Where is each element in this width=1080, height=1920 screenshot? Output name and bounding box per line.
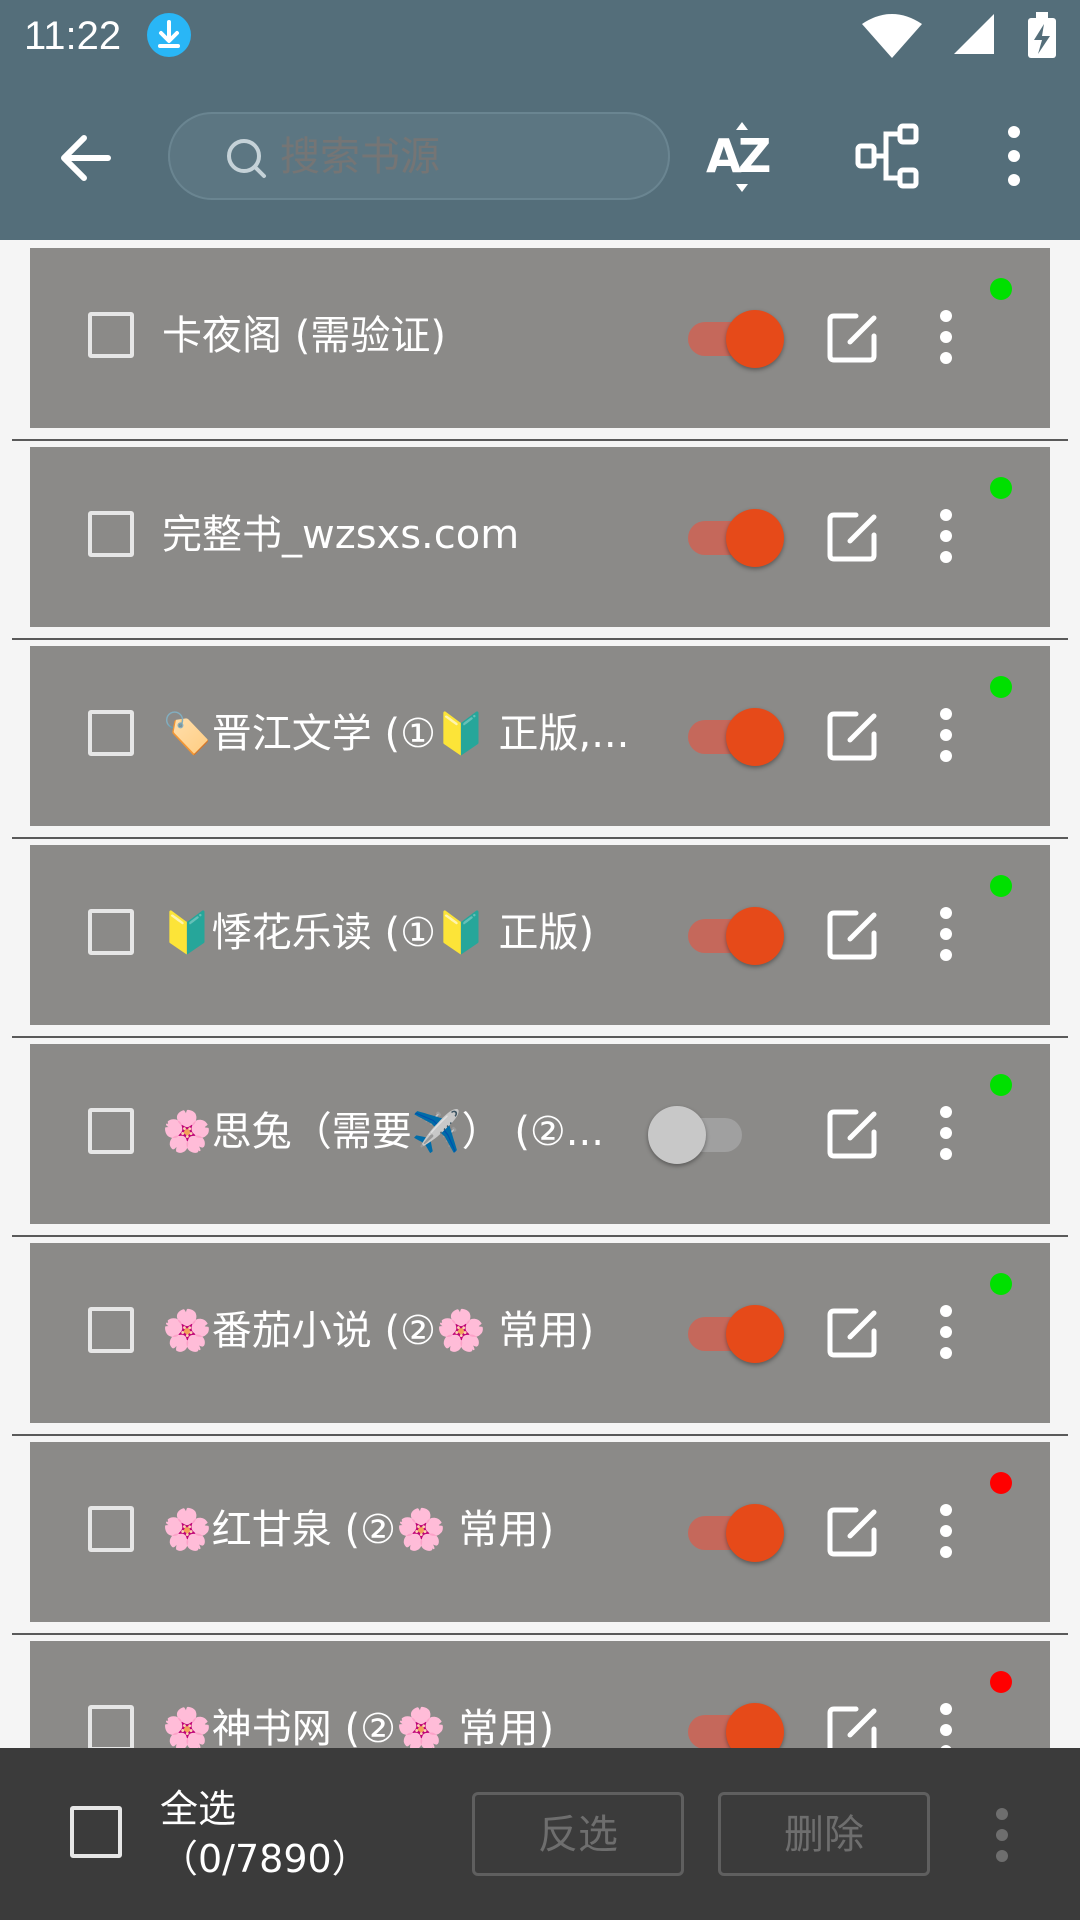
enable-switch[interactable] bbox=[678, 1299, 788, 1363]
source-row: 卡夜阁 (需验证) bbox=[12, 240, 1068, 441]
group-tree-icon[interactable] bbox=[852, 118, 928, 194]
source-row: 🌸神书网 (②🌸 常用) bbox=[12, 1633, 1068, 1748]
source-row: 🌸红甘泉 (②🌸 常用) bbox=[12, 1434, 1068, 1635]
source-row: 🌸番茄小说 (②🌸 常用) bbox=[12, 1235, 1068, 1436]
select-count: （0/7890） bbox=[160, 1837, 370, 1881]
source-name: 🌸番茄小说 (②🌸 常用) bbox=[162, 1308, 595, 1354]
status-dot bbox=[990, 1671, 1012, 1693]
status-time: 11:22 bbox=[24, 14, 122, 58]
source-card[interactable]: 🌸红甘泉 (②🌸 常用) bbox=[30, 1442, 1050, 1622]
cell-signal-icon bbox=[954, 14, 994, 54]
more-vert-icon[interactable] bbox=[936, 905, 956, 963]
select-all-text: 全选 bbox=[160, 1787, 237, 1831]
more-vert-icon[interactable] bbox=[936, 308, 956, 366]
switch-thumb bbox=[726, 310, 784, 368]
system-icons bbox=[862, 12, 1056, 58]
source-card[interactable]: 🌸神书网 (②🌸 常用) bbox=[30, 1641, 1050, 1748]
switch-thumb bbox=[648, 1106, 706, 1164]
search-box[interactable] bbox=[168, 112, 670, 202]
select-checkbox[interactable] bbox=[88, 511, 134, 557]
sort-az-icon[interactable]: A Z bbox=[704, 118, 780, 194]
switch-thumb bbox=[726, 509, 784, 567]
more-vert-icon[interactable] bbox=[936, 507, 956, 565]
select-checkbox[interactable] bbox=[88, 710, 134, 756]
more-vert-icon[interactable] bbox=[936, 1104, 956, 1162]
select-checkbox[interactable] bbox=[88, 312, 134, 358]
source-name: 🔰悸花乐读 (①🔰 正版) bbox=[162, 910, 595, 956]
select-checkbox[interactable] bbox=[88, 1108, 134, 1154]
arrow-back-icon[interactable] bbox=[54, 126, 118, 190]
source-row: 🔰悸花乐读 (①🔰 正版) bbox=[12, 837, 1068, 1038]
status-dot bbox=[990, 1472, 1012, 1494]
delete-button[interactable]: 删除 bbox=[718, 1792, 930, 1876]
source-card[interactable]: 完整书_wzsxs.com bbox=[30, 447, 1050, 627]
enable-switch[interactable] bbox=[678, 901, 788, 965]
edit-icon[interactable] bbox=[826, 1305, 880, 1359]
switch-thumb bbox=[726, 1305, 784, 1363]
enable-switch[interactable] bbox=[678, 1697, 788, 1748]
select-checkbox[interactable] bbox=[88, 1705, 134, 1748]
search-icon bbox=[227, 139, 266, 178]
source-card[interactable]: 🔰悸花乐读 (①🔰 正版) bbox=[30, 845, 1050, 1025]
source-name: 卡夜阁 (需验证) bbox=[162, 313, 446, 359]
source-row: 🏷️晋江文学 (①🔰 正版,... bbox=[12, 638, 1068, 839]
bottom-action-bar: 全选 （0/7890） 反选 删除 bbox=[0, 1748, 1080, 1920]
edit-icon[interactable] bbox=[826, 310, 880, 364]
switch-thumb bbox=[726, 1703, 784, 1748]
search-input[interactable] bbox=[278, 112, 642, 202]
select-checkbox[interactable] bbox=[88, 1307, 134, 1353]
enable-switch[interactable] bbox=[678, 702, 788, 766]
edit-icon[interactable] bbox=[826, 509, 880, 563]
status-dot bbox=[990, 278, 1012, 300]
source-list[interactable]: 卡夜阁 (需验证) 完整书_wzsxs.com 🏷️晋江文学 (①🔰 正版,..… bbox=[0, 240, 1080, 1748]
status-dot bbox=[990, 477, 1012, 499]
source-row: 🌸思兔（需要✈️） (②... bbox=[12, 1036, 1068, 1237]
download-notification-icon bbox=[147, 13, 191, 57]
more-vert-icon[interactable] bbox=[936, 1502, 956, 1560]
status-dot bbox=[990, 676, 1012, 698]
edit-icon[interactable] bbox=[826, 1703, 880, 1748]
svg-text:A: A bbox=[706, 129, 742, 183]
select-checkbox[interactable] bbox=[88, 909, 134, 955]
enable-switch[interactable] bbox=[678, 503, 788, 567]
source-name: 🌸思兔（需要✈️） (②... bbox=[162, 1109, 604, 1155]
more-vert-icon[interactable] bbox=[996, 118, 1032, 194]
source-name: 完整书_wzsxs.com bbox=[162, 512, 520, 558]
source-card[interactable]: 🏷️晋江文学 (①🔰 正版,... bbox=[30, 646, 1050, 826]
status-bar: 11:22 bbox=[0, 0, 1080, 76]
edit-icon[interactable] bbox=[826, 1106, 880, 1160]
source-name: 🌸红甘泉 (②🌸 常用) bbox=[162, 1507, 555, 1553]
more-vert-icon[interactable] bbox=[992, 1806, 1012, 1864]
status-dot bbox=[990, 1273, 1012, 1295]
switch-thumb bbox=[726, 708, 784, 766]
switch-thumb bbox=[726, 1504, 784, 1562]
select-all-checkbox[interactable] bbox=[70, 1806, 122, 1858]
toolbar: A Z bbox=[0, 76, 1080, 240]
source-card[interactable]: 🌸思兔（需要✈️） (②... bbox=[30, 1044, 1050, 1224]
select-all-label[interactable]: 全选 （0/7890） bbox=[160, 1784, 400, 1884]
battery-charging-icon bbox=[1028, 12, 1056, 58]
edit-icon[interactable] bbox=[826, 1504, 880, 1558]
status-dot bbox=[990, 1074, 1012, 1096]
enable-switch[interactable] bbox=[678, 304, 788, 368]
source-card[interactable]: 卡夜阁 (需验证) bbox=[30, 248, 1050, 428]
wifi-icon bbox=[862, 14, 922, 58]
invert-selection-button[interactable]: 反选 bbox=[472, 1792, 684, 1876]
source-card[interactable]: 🌸番茄小说 (②🌸 常用) bbox=[30, 1243, 1050, 1423]
source-name: 🏷️晋江文学 (①🔰 正版,... bbox=[162, 711, 630, 757]
select-checkbox[interactable] bbox=[88, 1506, 134, 1552]
more-vert-icon[interactable] bbox=[936, 1303, 956, 1361]
edit-icon[interactable] bbox=[826, 907, 880, 961]
source-name: 🌸神书网 (②🌸 常用) bbox=[162, 1706, 555, 1748]
status-dot bbox=[990, 875, 1012, 897]
svg-text:Z: Z bbox=[738, 129, 771, 183]
enable-switch[interactable] bbox=[678, 1498, 788, 1562]
switch-thumb bbox=[726, 907, 784, 965]
edit-icon[interactable] bbox=[826, 708, 880, 762]
source-row: 完整书_wzsxs.com bbox=[12, 439, 1068, 640]
enable-switch[interactable] bbox=[648, 1100, 758, 1164]
more-vert-icon[interactable] bbox=[936, 706, 956, 764]
more-vert-icon[interactable] bbox=[936, 1701, 956, 1748]
